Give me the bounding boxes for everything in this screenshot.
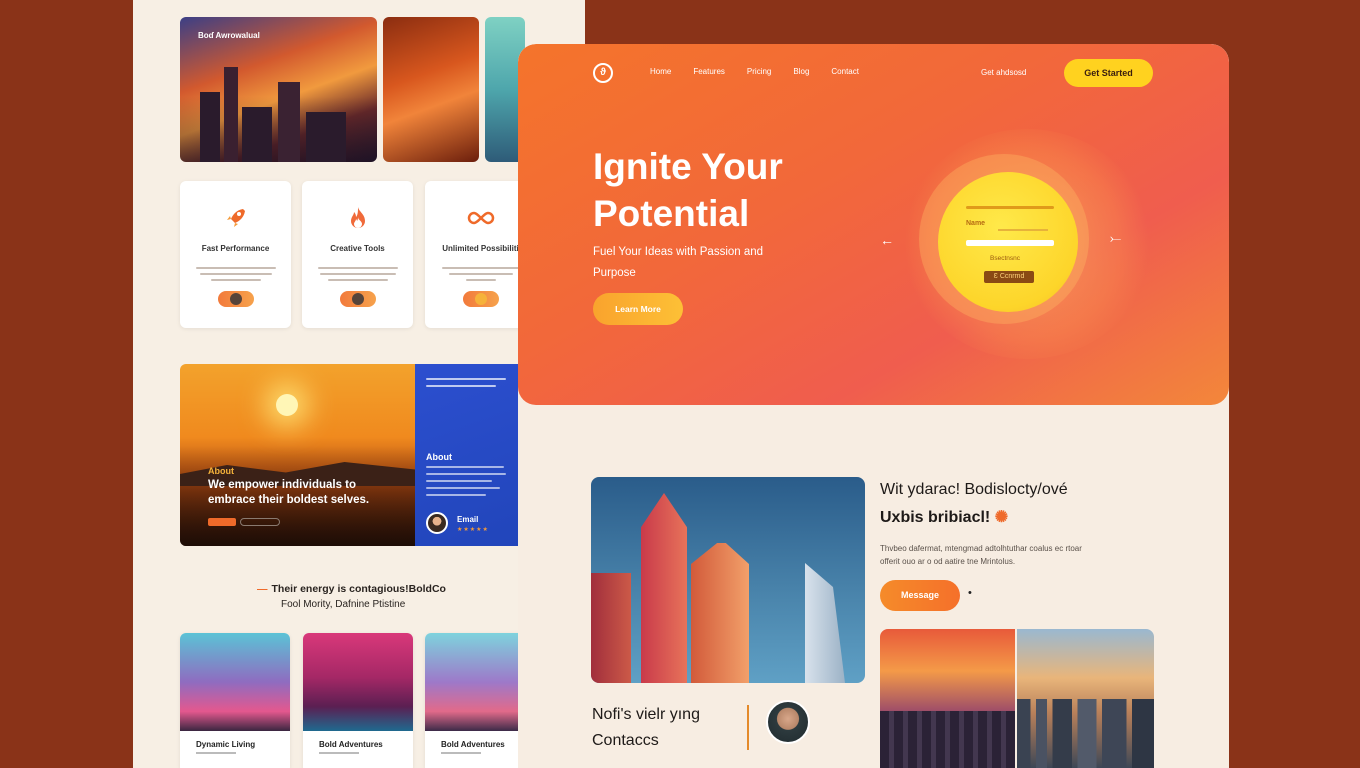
about-headline: We empower individuals to embrace their … [208, 479, 370, 506]
city-card[interactable]: Bold Adventures [303, 633, 413, 768]
crowd-shape [880, 711, 1015, 768]
nav-contact[interactable]: Contact [831, 67, 859, 76]
section-heading-line2: Uxbis bribiacl! ✺ [880, 509, 1009, 526]
divider [747, 705, 749, 750]
section-body-line2: offerit ouo ar o od aatire tne Mrintolus… [880, 557, 1016, 566]
section-heading-line1: Wit ydarac! Bodislocty/ové [880, 481, 1068, 498]
feature-avatar-pill[interactable] [462, 291, 499, 307]
nav-blog[interactable]: Blog [793, 67, 809, 76]
form-name-label: Name [966, 220, 986, 227]
building-shape [641, 493, 687, 683]
building-shape [591, 573, 631, 683]
city-card-subtitle [441, 752, 481, 754]
feature-title: Fast Performance [201, 244, 270, 253]
image-caption: Boɗ Awrowalual [198, 31, 260, 40]
text-lines [426, 466, 506, 501]
hero-title: Ignite Your Potential [593, 146, 783, 234]
building-shape [691, 543, 749, 683]
city-card-title: Dynamic Living [196, 740, 256, 749]
city-sunset-image: Boɗ Awrowalual [180, 17, 377, 162]
header-contact-link[interactable]: Get ahdsosd [981, 68, 1026, 77]
email-label: Email [457, 515, 479, 524]
feature-text-lines [441, 267, 521, 281]
text-lines [426, 378, 506, 392]
testimonial-quote: — Their energy is contagious!BoldCo [257, 583, 446, 595]
main-nav: Home Features Pricing Blog Contact [650, 67, 881, 76]
city-image [180, 633, 290, 731]
get-started-button[interactable]: Get Started [1064, 59, 1153, 87]
about-kicker: About [208, 466, 234, 476]
testimonial-author: Fool Mority, Dafnine Ptistine [281, 599, 406, 610]
nav-pricing[interactable]: Pricing [747, 67, 771, 76]
feature-avatar-pill[interactable] [217, 291, 254, 307]
nav-home[interactable]: Home [650, 67, 671, 76]
city-image [303, 633, 413, 731]
form-submit-button[interactable]: Ɛ Ccnrmd [984, 271, 1034, 283]
fire-image [383, 17, 479, 162]
feature-card-performance[interactable]: Fast Performance [180, 181, 291, 328]
building-shape [805, 563, 845, 683]
nav-features[interactable]: Features [693, 67, 725, 76]
feature-text-lines [195, 267, 276, 281]
about-secondary-button[interactable] [240, 518, 280, 526]
skyscraper-photo [591, 477, 865, 683]
hero-section: ϑ Home Features Pricing Blog Contact Get… [518, 44, 1229, 405]
front-page-preview: ϑ Home Features Pricing Blog Contact Get… [518, 44, 1229, 768]
form-caption: Bsectnsnc [990, 255, 1020, 262]
arrow-right-icon: ⤚ [1110, 230, 1122, 246]
feature-card-creative[interactable]: Creative Tools [302, 181, 413, 328]
crowd-sunset-photo [880, 629, 1015, 768]
form-header-bar [966, 206, 1054, 209]
flame-icon [302, 205, 413, 231]
avatar [766, 700, 810, 744]
message-button[interactable]: Message [880, 580, 960, 611]
about-primary-button[interactable] [208, 518, 236, 526]
about-side-title: About [426, 452, 452, 462]
avatar [426, 512, 448, 534]
sunset-photo: About We empower individuals to embrace … [180, 364, 415, 546]
city-card[interactable]: Dynamic Living [180, 633, 290, 768]
contact-heading-line1: Nofi's vielr yıng [592, 706, 700, 723]
feature-text-lines [317, 267, 398, 281]
hero-subtitle: Fuel Your Ideas with Passion and Purpose [593, 246, 764, 279]
sparkle-icon: ✺ [994, 509, 1009, 526]
skyline-shape [1017, 699, 1154, 768]
name-input[interactable] [966, 240, 1054, 246]
arrow-left-icon: ← [880, 232, 894, 248]
learn-more-button[interactable]: Learn More [593, 293, 683, 325]
sun-shape [276, 394, 298, 416]
brand-logo-icon[interactable]: ϑ [593, 63, 613, 83]
city-card-subtitle [196, 752, 236, 754]
rating-stars: ★★★★★ [457, 527, 489, 533]
city-card-subtitle [319, 752, 359, 754]
city-skyline-photo [1017, 629, 1154, 768]
rocket-icon [180, 205, 291, 231]
form-underline [998, 229, 1048, 231]
feature-title: Creative Tools [330, 244, 385, 253]
bullet-icon: • [968, 587, 972, 599]
feature-avatar-pill[interactable] [339, 291, 376, 307]
city-card-title: Bold Adventures [319, 740, 383, 749]
contact-heading-line2: Contaccs [592, 732, 659, 749]
section-body-line1: Thvbeo dafermat, mtengmad adtolhtuthar c… [880, 544, 1082, 553]
